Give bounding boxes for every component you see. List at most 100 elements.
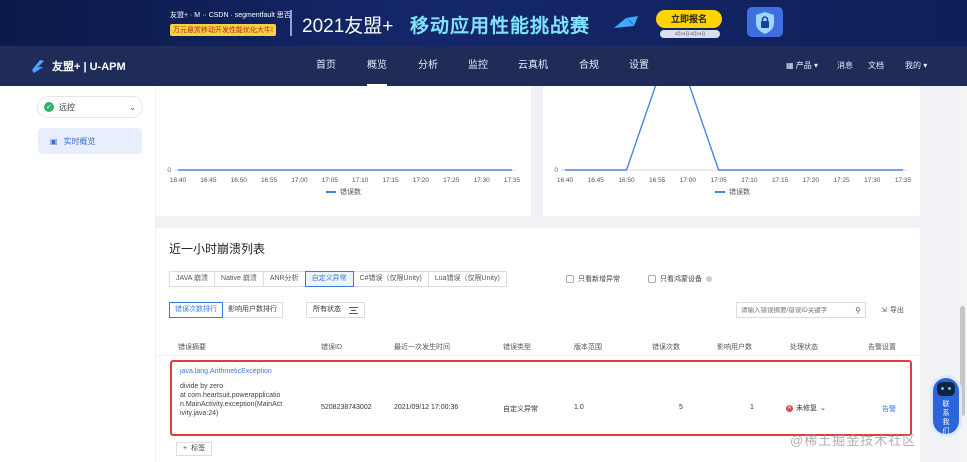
contact-us-widget[interactable]: 联系我们 <box>933 378 959 436</box>
nav-overview[interactable]: 概览 <box>367 46 387 86</box>
x-tick-label: 16:50 <box>618 177 635 184</box>
x-tick-label: 17:25 <box>443 177 460 184</box>
only-harmony-label: 只看鸿蒙设备 <box>660 276 702 283</box>
x-tick-label: 17:00 <box>291 177 308 184</box>
banner-separator <box>290 10 292 36</box>
products-label: 产品 <box>795 61 812 70</box>
y-tick-label: 0 <box>167 167 171 174</box>
x-tick-label: 17:25 <box>833 177 850 184</box>
search-input[interactable] <box>741 306 849 314</box>
app-name: 远控 <box>59 102 75 112</box>
nav-monitor[interactable]: 监控 <box>468 46 488 86</box>
status-label: 未修复 <box>796 405 817 412</box>
chevron-down-icon: ⌄ <box>820 405 826 412</box>
legend-label: 错误数 <box>340 189 361 196</box>
only-harmony-checkbox[interactable] <box>648 275 656 283</box>
alarm-link[interactable]: 告警 <box>882 404 896 414</box>
nav-home[interactable]: 首页 <box>316 46 336 86</box>
x-tick-label: 16:40 <box>170 177 187 184</box>
legend-line-icon <box>715 191 725 193</box>
tab-java-crash[interactable]: JAVA 崩溃 <box>169 271 216 287</box>
x-tick-label: 17:30 <box>473 177 490 184</box>
page-scrollbar[interactable] <box>958 86 967 462</box>
scrollbar-thumb[interactable] <box>960 306 965 416</box>
x-tick-label: 16:50 <box>231 177 248 184</box>
tab-csharp-error[interactable]: C#错误（仅限Unity) <box>352 271 429 287</box>
x-tick-label: 17:05 <box>322 177 339 184</box>
x-tick-label: 17:00 <box>680 177 697 184</box>
only-new-filter[interactable]: 只看新增异常 <box>566 274 620 284</box>
x-tick-label: 17:10 <box>352 177 369 184</box>
col-version-range: 版本范围 <box>574 344 602 351</box>
cell-version: 1.0 <box>574 404 584 411</box>
status-filter-select[interactable]: 所有状态 <box>306 302 365 318</box>
docs-link[interactable]: 文档 <box>868 46 884 86</box>
only-new-label: 只看新增异常 <box>578 276 620 283</box>
products-menu[interactable]: ▦ 产品 ▾ <box>786 46 818 86</box>
umeng-logo-icon <box>32 60 44 73</box>
export-button[interactable]: ⇲ 导出 <box>881 305 904 315</box>
cell-error-id: 5208238743002 <box>321 404 372 411</box>
cell-error-type: 自定义异常 <box>503 406 538 413</box>
monitor-icon: ▣ <box>50 136 58 146</box>
status-dropdown[interactable]: ✕ 未修复 ⌄ <box>786 403 826 413</box>
col-error-id: 错误ID <box>321 344 342 351</box>
add-tag-button[interactable]: + 标签 <box>176 442 213 456</box>
x-tick-label: 17:35 <box>895 177 912 184</box>
tab-error-count-rank[interactable]: 错误次数排行 <box>169 302 223 318</box>
sidebar-item-realtime[interactable]: ▣ 实时概览 <box>38 128 142 154</box>
nav-settings[interactable]: 设置 <box>629 46 649 86</box>
legend-line-icon <box>326 191 336 193</box>
only-harmony-filter[interactable]: 只看鸿蒙设备 <box>648 274 712 284</box>
y-tick-label: 0 <box>554 167 558 174</box>
x-tick-label: 17:20 <box>413 177 430 184</box>
contact-label: 联系我们 <box>933 400 959 436</box>
crash-list-card: 近一小时崩溃列表 JAVA 崩溃 Native 崩溃 ANR分析 自定义异常 C… <box>156 228 920 462</box>
signup-button[interactable]: 立即报名 <box>656 10 722 28</box>
nav-analysis[interactable]: 分析 <box>418 46 438 86</box>
logo-text: 友盟+ | U-APM <box>52 61 126 73</box>
only-new-checkbox[interactable] <box>566 275 574 283</box>
export-icon: ⇲ <box>881 307 887 314</box>
search-icon[interactable]: ⚲ <box>855 306 861 315</box>
tab-custom-exception[interactable]: 自定义异常 <box>304 271 354 287</box>
plus-icon: + <box>183 445 188 452</box>
banner-headline: 移动应用性能挑战赛 <box>410 16 591 37</box>
nav-cloud-device[interactable]: 云真机 <box>518 46 548 86</box>
tab-anr[interactable]: ANR分析 <box>262 271 306 287</box>
exception-link[interactable]: java.lang.ArithmeticException <box>180 368 272 375</box>
grid-icon: ▦ <box>786 61 794 70</box>
x-tick-label: 16:55 <box>261 177 278 184</box>
logo[interactable]: 友盟+ | U-APM <box>30 58 126 74</box>
nav-compliance[interactable]: 合规 <box>579 46 599 86</box>
caret-down-icon: ▾ <box>814 61 819 70</box>
col-error-type: 错误类型 <box>503 344 531 351</box>
promo-banner[interactable]: 友盟+ · M ·· CSDN · segmentfault 思否 万元悬赏移动… <box>0 0 967 46</box>
chart-left-legend[interactable]: 错误数 <box>326 187 361 197</box>
x-tick-label: 16:45 <box>588 177 605 184</box>
table-header: 错误摘要 错误ID 最近一次发生时间 错误类型 版本范围 错误次数 影响用户数 … <box>156 338 920 356</box>
user-menu[interactable]: 我的 ▾ <box>905 46 927 86</box>
contact-text: 联系我们 <box>942 401 950 435</box>
search-box[interactable]: ⚲ <box>736 302 866 318</box>
shield-lock-icon <box>747 7 783 37</box>
filter-icon <box>349 306 358 314</box>
info-icon[interactable] <box>706 276 712 282</box>
col-summary: 错误摘要 <box>178 344 206 351</box>
x-tick-label: 17:20 <box>803 177 820 184</box>
messages-link[interactable]: 消息 <box>837 46 853 86</box>
chart-right-legend[interactable]: 错误数 <box>715 187 750 197</box>
robot-icon <box>937 382 955 396</box>
table-row[interactable]: java.lang.ArithmeticException divide by … <box>170 360 912 436</box>
tab-affected-users-rank[interactable]: 影响用户数排行 <box>222 302 283 318</box>
app-selector[interactable]: ✓ 远控 ⌄ <box>38 97 142 117</box>
col-error-count: 错误次数 <box>652 344 680 351</box>
sidebar-item-label: 实时概览 <box>63 136 96 146</box>
series-line <box>565 86 903 171</box>
x-tick-label: 17:35 <box>504 177 521 184</box>
x-tick-label: 17:05 <box>710 177 727 184</box>
x-tick-label: 16:45 <box>200 177 217 184</box>
tab-lua-error[interactable]: Lua错误（仅限Unity) <box>427 271 507 287</box>
tab-native-crash[interactable]: Native 崩溃 <box>214 271 264 287</box>
section-title: 近一小时崩溃列表 <box>169 242 266 256</box>
